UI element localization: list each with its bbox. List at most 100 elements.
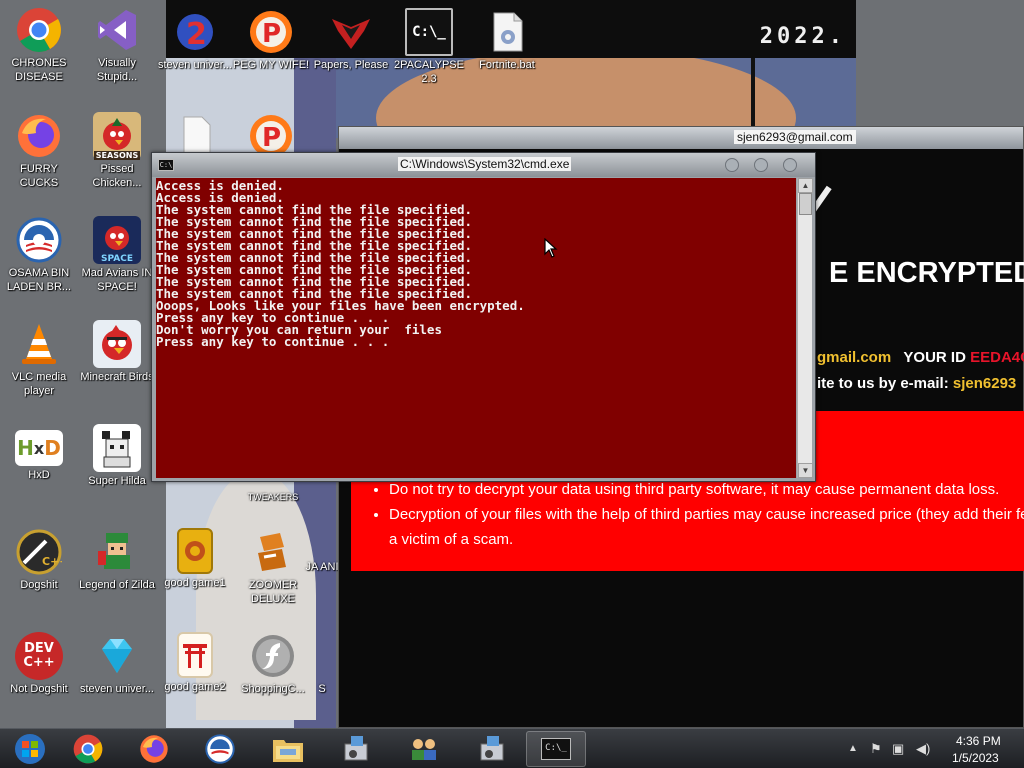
desktop-icon-label: FURRY CUCKS <box>19 163 59 189</box>
cmd-titlebar[interactable]: C:\ C:\Windows\System32\cmd.exe <box>152 153 815 177</box>
start-button[interactable] <box>0 731 60 767</box>
desktop-icon-label: Papers, Please <box>313 59 389 71</box>
volume-icon[interactable]: ◀) <box>916 741 930 757</box>
svg-text:2: 2 <box>186 17 207 52</box>
installer-icon <box>344 736 368 761</box>
ransom-write-line: ite to us by e-mail: sjen6293 <box>817 375 1016 392</box>
desktop-icon-fortnite-bat[interactable]: Fortnite.bat <box>468 8 546 72</box>
ransom-email-fragment: gmail.com <box>817 349 892 366</box>
desktop-icon-papers-please[interactable]: Papers, Please <box>312 8 390 72</box>
flag-icon[interactable]: ⚑ <box>870 741 882 757</box>
desktop-icon-label: Dogshit <box>20 579 58 591</box>
cmd-title: C:\Windows\System32\cmd.exe <box>398 157 572 171</box>
desktop-icon-label: VLC media player <box>11 371 67 397</box>
scroll-down-button[interactable]: ▼ <box>798 463 813 478</box>
number-2-icon: 2 <box>171 8 219 56</box>
pixel-hero-icon <box>93 528 141 576</box>
taskbar: C:\_ ▲ ⚑ ▣ ◀) 4:36 PM 1/5/2023 <box>0 728 1024 768</box>
close-button[interactable] <box>783 158 797 172</box>
svg-text:P: P <box>262 123 281 153</box>
vertical-scrollbar[interactable]: ▲ ▼ <box>797 178 813 478</box>
seasons-icon-text: SEASONS <box>93 151 141 160</box>
network-icon[interactable]: ▣ <box>892 741 904 757</box>
desktop-icon-chrones-disease[interactable]: CHRONES DISEASE <box>0 6 78 84</box>
console-output[interactable]: Access is denied. Access is denied. The … <box>156 178 796 478</box>
visual-studio-icon <box>93 6 141 54</box>
clock-date[interactable]: 1/5/2023 <box>952 751 999 765</box>
papers-please-icon <box>327 8 375 56</box>
desktop-icon-peg-my-wife[interactable]: P PEG MY WIFE! <box>232 8 310 72</box>
taskbar-chrome[interactable] <box>58 731 118 767</box>
desktop-icon-label: TWEAKERS <box>247 492 299 502</box>
angry-birds-space-icon: SPACE <box>93 216 141 264</box>
desktop-icon-steven-universe[interactable]: steven univer... <box>78 632 156 696</box>
taskbar-installer-2[interactable] <box>462 731 522 767</box>
desktop-icon-tweakers[interactable]: TWEAKERS <box>234 490 312 504</box>
desktop-icon-2pacalypse[interactable]: C:\_ 2PACALYPSE 2.3 <box>390 8 468 86</box>
warning-item-continuation: a victim of a scam. <box>389 531 514 548</box>
cmd-icon: C:\_ <box>541 738 571 760</box>
desktop-icon-good-game2[interactable]: good game2 <box>156 632 234 694</box>
desktop-icon-good-game1[interactable]: good game1 <box>156 528 234 590</box>
mahjong-tile-icon <box>177 528 213 574</box>
desktop-icon-label: PEG MY WIFE! <box>232 59 310 71</box>
desktop-icon-label: ZOOMER DELUXE <box>248 579 298 605</box>
desktop-icon-osama-bin-laden[interactable]: OSAMA BIN LADEN BR... <box>0 216 78 294</box>
desktop-icon-label: good game2 <box>164 681 226 693</box>
desktop-wallpaper-right <box>856 0 1024 128</box>
taskbar-explorer[interactable] <box>258 731 318 767</box>
start-orb-icon <box>15 734 45 764</box>
chrome-icon <box>73 734 103 764</box>
codeblocks-icon: C++ <box>15 528 63 576</box>
ransomware-title: sjen6293@gmail.com <box>734 130 856 144</box>
taskbar-obama[interactable] <box>190 731 250 767</box>
desktop-icon-not-dogshit[interactable]: DEV C++ Not Dogshit <box>0 632 78 696</box>
desktop-icon-steven-universe-2[interactable]: 2 steven univer... <box>156 8 234 72</box>
ransom-write-text: ite to us by e-mail: <box>817 375 949 392</box>
scroll-thumb[interactable] <box>799 193 812 215</box>
desktop-icon-vlc[interactable]: VLC media player <box>0 320 78 398</box>
taskbar-installer-1[interactable] <box>326 731 386 767</box>
desktop-icon-label: Mad Avians IN SPACE! <box>81 267 153 293</box>
taskbar-cmd[interactable]: C:\_ <box>526 731 586 767</box>
banner-year: 2022. <box>759 24 846 49</box>
desktop-icon-minecraft-birds[interactable]: Minecraft Birds <box>78 320 156 384</box>
desktop-icon-dogshit[interactable]: C++ Dogshit <box>0 528 78 592</box>
taskbar-network[interactable] <box>394 731 454 767</box>
desktop-icon-legend-of-zilda[interactable]: Legend of Zilda <box>78 528 156 592</box>
file-explorer-icon <box>273 740 303 762</box>
cmd-icon: C:\_ <box>405 8 453 56</box>
taskbar-firefox[interactable] <box>124 731 184 767</box>
desktop-icon-label: Fortnite.bat <box>479 59 535 71</box>
desktop-icon-label: Minecraft Birds <box>80 371 154 383</box>
scroll-up-button[interactable]: ▲ <box>798 178 813 193</box>
desktop-icon-visually-stupid[interactable]: Visually Stupid... <box>78 6 156 84</box>
desktop-icon-label: HxD <box>28 469 50 481</box>
maximize-button[interactable] <box>754 158 768 172</box>
ransom-id-value: EEDA4C <box>970 349 1024 366</box>
cmd-window[interactable]: C:\ C:\Windows\System32\cmd.exe Access i… <box>151 152 816 482</box>
ransom-contact-line: gmail.com YOUR ID EEDA4C <box>817 349 1024 366</box>
desktop-icon-super-hilda[interactable]: Super Hilda <box>78 424 156 488</box>
minimize-button[interactable] <box>725 158 739 172</box>
warning-item: Decryption of your files with the help o… <box>389 502 1024 527</box>
desktop-icon-label: 2PACALYPSE 2.3 <box>394 59 464 85</box>
obama-logo-icon <box>15 216 63 264</box>
clock-time[interactable]: 4:36 PM <box>956 734 1001 748</box>
firefox-icon <box>140 735 168 763</box>
cmd-icon: C:\ <box>158 159 174 171</box>
p-ball-icon: P <box>247 8 295 56</box>
desktop-icon-pissed-chicken[interactable]: SEASONS Pissed Chicken... <box>78 112 156 190</box>
desktop-icon-label: Pissed Chicken... <box>92 163 142 189</box>
show-hidden-icons-icon[interactable]: ▲ <box>848 743 858 754</box>
desktop-icon-hxd[interactable]: HxD HxD <box>0 424 78 482</box>
network-users-icon <box>412 739 436 760</box>
desktop-icon-furry-cucks[interactable]: FURRY CUCKS <box>0 112 78 190</box>
desktop-icon-label: Not Dogshit <box>10 683 68 695</box>
zoomer-blocks-icon <box>249 528 297 576</box>
desktop-icon-label: OSAMA BIN LADEN BR... <box>6 267 72 293</box>
chrome-icon <box>15 6 63 54</box>
desktop-icon-label: Legend of Zilda <box>79 579 155 591</box>
desktop-icon-mad-avians[interactable]: SPACE Mad Avians IN SPACE! <box>78 216 156 294</box>
ransomware-titlebar[interactable]: sjen6293@gmail.com <box>339 127 1023 149</box>
